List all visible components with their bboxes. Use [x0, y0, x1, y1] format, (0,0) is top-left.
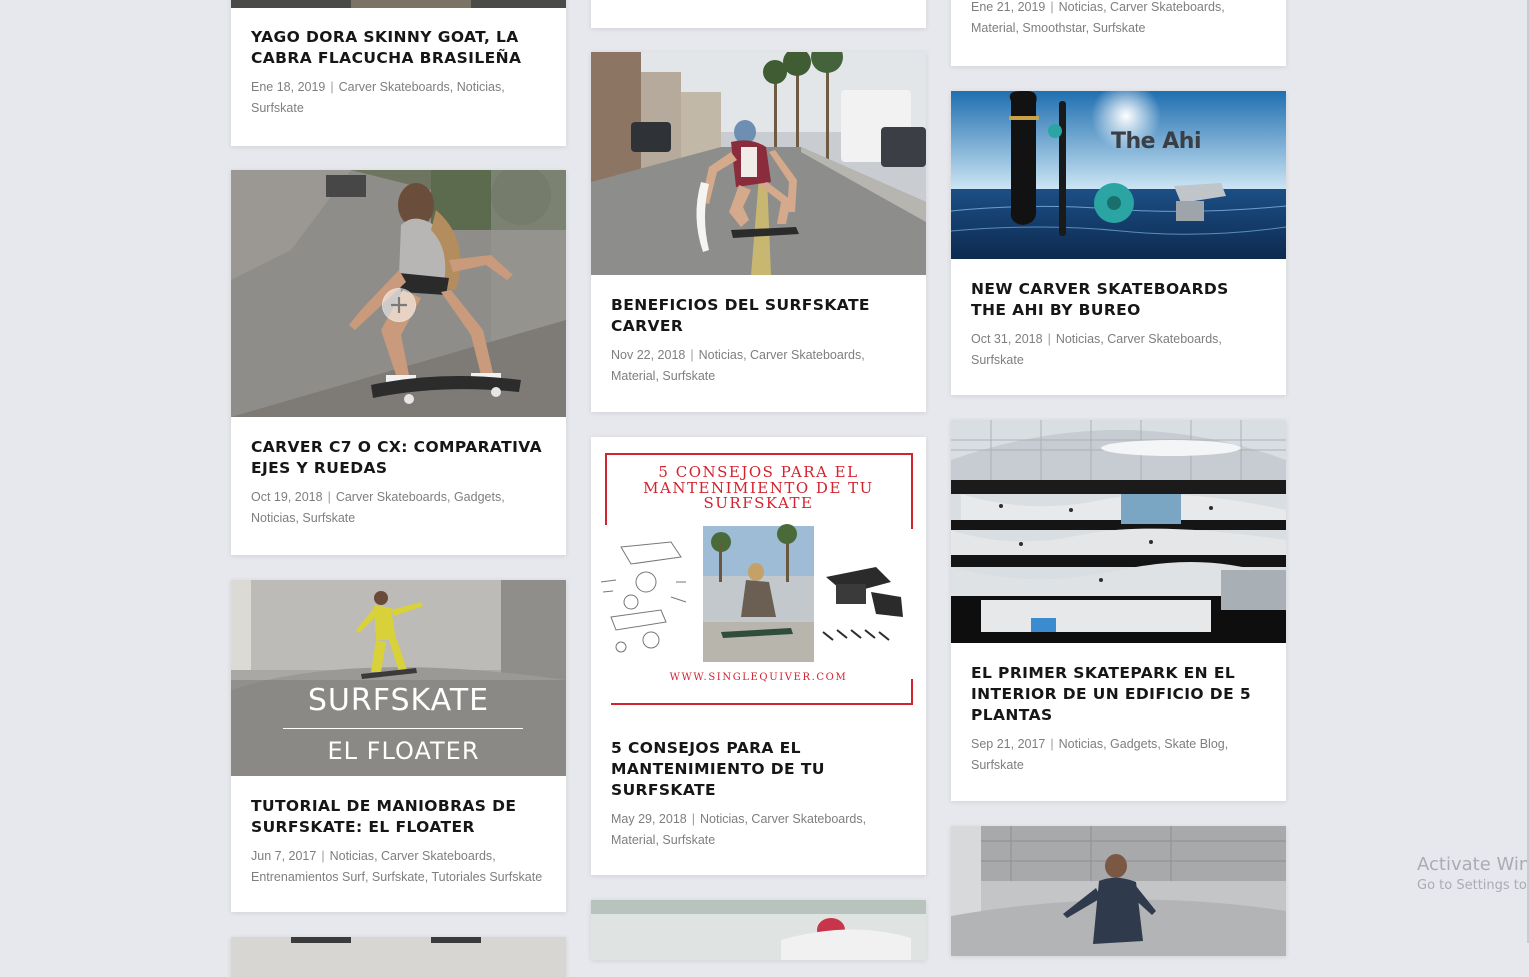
category-link[interactable]: Surfskate — [1093, 21, 1146, 35]
post-card-carver-c7-cx: CARVER C7 O CX: COMPARATIVA EJES Y RUEDA… — [231, 170, 566, 555]
post-date: Sep 21, 2017 — [971, 737, 1046, 751]
category-link[interactable]: Tutoriales Surfskate — [431, 870, 542, 884]
post-title[interactable]: TUTORIAL DE MANIOBRAS DE SURFSKATE: EL F… — [251, 796, 548, 838]
post-card-5-consejos: 5 CONSEJOS PARA EL MANTENIMIENTO DE TU S… — [591, 437, 926, 875]
category-link[interactable]: Noticias — [1059, 737, 1103, 751]
post-meta: Jun 7, 2017 | Noticias, Carver Skateboards… — [251, 849, 543, 884]
post-date: Ene 18, 2019 — [251, 80, 326, 94]
category-link[interactable]: Noticias — [457, 80, 501, 94]
post-meta: Oct 19, 2018 | Carver Skateboards, Gadgets… — [251, 490, 505, 525]
post-date: Jun 7, 2017 — [251, 849, 317, 863]
post-date: May 29, 2018 — [611, 812, 687, 826]
post-thumbnail[interactable]: The Ahi — [951, 91, 1286, 259]
post-card-skatepark-edificio: EL PRIMER SKATEPARK EN EL INTERIOR DE UN… — [951, 420, 1286, 801]
post-date: Ene 21, 2019 — [971, 0, 1046, 14]
poster-title-line1: 5 CONSEJOS PARA EL — [658, 463, 859, 481]
post-card-next — [591, 900, 926, 960]
poster-url: WWW.SINGLEQUIVER.COM — [669, 672, 848, 683]
post-meta: Nov 22, 2018 | Noticias, Carver Skateboard… — [611, 348, 865, 383]
post-thumbnail[interactable] — [951, 420, 1286, 643]
image-caption-floater: EL FLOATER — [327, 737, 480, 765]
category-link[interactable]: Surfskate — [372, 870, 425, 884]
category-link[interactable]: Carver Skateboards — [750, 348, 861, 362]
poster-illustrations — [600, 524, 903, 662]
post-card-smoothstar: Ene 21, 2019 | Noticias, Carver Skateboard… — [951, 0, 1286, 66]
image-text-the-ahi: The Ahi — [1111, 129, 1201, 154]
category-link[interactable]: Carver Skateboards — [1107, 332, 1218, 346]
post-thumbnail[interactable]: SURFSKATE EL FLOATER — [231, 580, 566, 776]
image-caption-surfskate: SURFSKATE — [307, 683, 490, 718]
post-card-next — [231, 937, 566, 977]
category-link[interactable]: Surfskate — [662, 369, 715, 383]
post-title[interactable]: 5 CONSEJOS PARA EL MANTENIMIENTO DE TU S… — [611, 738, 908, 801]
category-link[interactable]: Surfskate — [302, 511, 355, 525]
post-date: Oct 31, 2018 — [971, 332, 1043, 346]
category-link[interactable]: Skate Blog — [1164, 737, 1224, 751]
category-link[interactable]: Noticias — [330, 849, 374, 863]
category-link[interactable]: Surfskate — [971, 353, 1024, 367]
category-link[interactable]: Noticias — [700, 812, 744, 826]
post-thumbnail[interactable]: 5 CONSEJOS PARA EL MANTENIMIENTO DE TU S… — [591, 437, 926, 717]
plus-circle-icon[interactable] — [383, 289, 415, 321]
category-link[interactable]: Carver Skateboards — [339, 80, 450, 94]
post-thumbnail[interactable] — [231, 937, 566, 977]
activate-windows-watermark: Activate Win Go to Settings to — [1417, 854, 1529, 896]
post-date: Oct 19, 2018 — [251, 490, 323, 504]
post-title[interactable]: CARVER C7 O CX: COMPARATIVA EJES Y RUEDA… — [251, 437, 548, 479]
post-date: Nov 22, 2018 — [611, 348, 686, 362]
post-thumbnail[interactable] — [591, 52, 926, 275]
image-caption-divider — [283, 728, 523, 729]
post-meta: Ene 18, 2019 | Carver Skateboards, Noticia… — [251, 80, 505, 115]
watermark-line2: Go to Settings to — [1417, 878, 1527, 893]
category-link[interactable]: Smoothstar — [1022, 21, 1085, 35]
category-link[interactable]: Material — [611, 833, 655, 847]
post-meta: May 29, 2018 | Noticias, Carver Skateboard… — [611, 812, 867, 847]
category-link[interactable]: Surfskate — [662, 833, 715, 847]
post-thumbnail[interactable] — [231, 170, 566, 417]
category-link[interactable]: Gadgets — [454, 490, 501, 504]
post-title[interactable]: EL PRIMER SKATEPARK EN EL INTERIOR DE UN… — [971, 663, 1268, 726]
category-link[interactable]: Carver Skateboards — [336, 490, 447, 504]
category-link[interactable]: Noticias — [251, 511, 295, 525]
post-card-floater-tutorial: SURFSKATE EL FLOATER TUTORIAL DE MANIOBR… — [231, 580, 566, 912]
category-link[interactable]: Material — [611, 369, 655, 383]
post-title[interactable]: BENEFICIOS DEL SURFSKATE CARVER — [611, 295, 908, 337]
category-link[interactable]: Entrenamientos Surf — [251, 870, 365, 884]
post-card-prev — [591, 0, 926, 28]
post-card-yago-dora: YAGO DORA SKINNY GOAT, LA CABRA FLACUCHA… — [231, 0, 566, 146]
post-card-beneficios-surfskate: BENEFICIOS DEL SURFSKATE CARVER Nov 22, … — [591, 52, 926, 412]
category-link[interactable]: Material — [971, 21, 1015, 35]
post-thumbnail[interactable] — [951, 826, 1286, 956]
category-link[interactable]: Gadgets — [1110, 737, 1157, 751]
post-thumbnail[interactable] — [231, 0, 566, 8]
post-title[interactable]: YAGO DORA SKINNY GOAT, LA CABRA FLACUCHA… — [251, 27, 548, 69]
post-meta: Ene 21, 2019 | Noticias, Carver Skateboard… — [971, 0, 1225, 35]
watermark-line1: Activate Win — [1417, 854, 1529, 875]
post-card-the-ahi: The Ahi NEW CARVER SKATEBOARDS THE AHI B… — [951, 91, 1286, 395]
post-thumbnail[interactable] — [591, 900, 926, 960]
poster-title-line3: SURFSKATE — [703, 494, 814, 512]
category-link[interactable]: Carver Skateboards — [381, 849, 492, 863]
category-link[interactable]: Surfskate — [251, 101, 304, 115]
post-title[interactable]: NEW CARVER SKATEBOARDS THE AHI BY BUREO — [971, 279, 1268, 321]
post-card-next — [951, 826, 1286, 956]
post-meta: Sep 21, 2017 | Noticias, Gadgets, Skate Bl… — [971, 737, 1229, 772]
category-link[interactable]: Surfskate — [971, 758, 1024, 772]
post-meta: Oct 31, 2018 | Noticias, Carver Skateboard… — [971, 332, 1222, 367]
category-link[interactable]: Noticias — [699, 348, 743, 362]
category-link[interactable]: Noticias — [1056, 332, 1100, 346]
category-link[interactable]: Carver Skateboards — [1110, 0, 1221, 14]
category-link[interactable]: Noticias — [1059, 0, 1103, 14]
category-link[interactable]: Carver Skateboards — [751, 812, 862, 826]
